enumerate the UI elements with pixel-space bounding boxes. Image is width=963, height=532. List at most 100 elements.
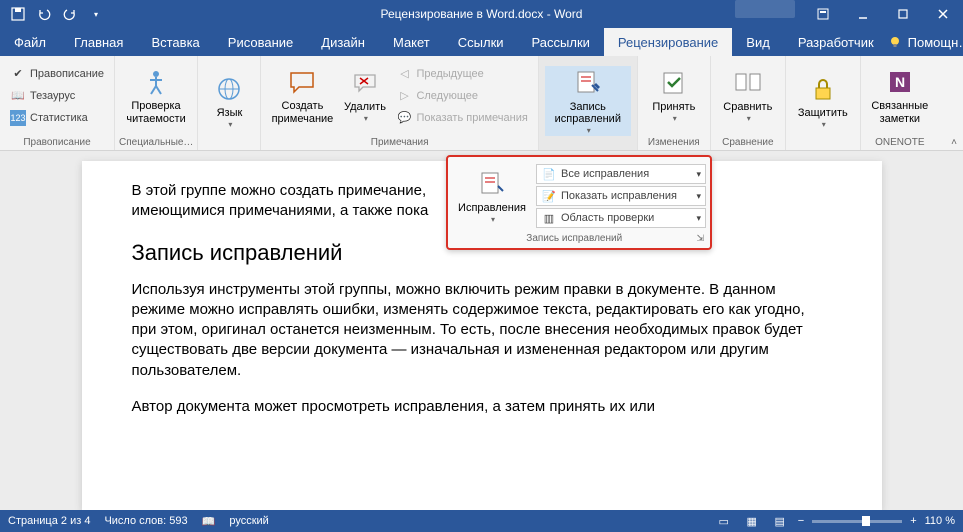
show-comments-icon: 💬 (396, 110, 412, 126)
protect-button[interactable]: Защитить (792, 66, 854, 136)
group-language: Язык (198, 56, 261, 150)
document-area: В этой группе можно создать примечание, и… (0, 151, 963, 510)
book-icon: 📖 (10, 88, 26, 104)
globe-icon (213, 73, 245, 105)
prev-comment-button[interactable]: ◁Предыдущее (392, 63, 531, 85)
lightbulb-icon (888, 35, 902, 49)
zoom-slider[interactable] (812, 520, 902, 523)
tell-me[interactable]: Помощн… (888, 28, 963, 56)
group-label-comments: Примечания (261, 135, 537, 150)
redo-button[interactable] (58, 2, 82, 26)
ribbon: ✔Правописание 📖Тезаурус 123Статистика Пр… (0, 56, 963, 151)
accept-button[interactable]: Принять (644, 61, 704, 131)
tab-developer[interactable]: Разработчик (784, 28, 888, 56)
body-text: В этой группе можно создать примечание, (132, 182, 427, 199)
body-text: Используя инструменты этой группы, можно… (132, 280, 832, 381)
quick-access-toolbar: ▾ (0, 2, 108, 26)
zoom-in-button[interactable]: + (910, 515, 916, 527)
tab-review[interactable]: Рецензирование (604, 28, 732, 56)
undo-button[interactable] (32, 2, 56, 26)
spelling-button[interactable]: ✔Правописание (6, 63, 108, 85)
tab-home[interactable]: Главная (60, 28, 137, 56)
accept-icon (658, 67, 690, 99)
maximize-button[interactable] (883, 0, 923, 28)
word-count-button[interactable]: 123Статистика (6, 107, 108, 129)
tab-design[interactable]: Дизайн (307, 28, 379, 56)
group-label-onenote: ONENOTE (861, 135, 939, 150)
track-changes-icon (476, 168, 508, 200)
track-changes-button[interactable]: Запись исправлений (545, 66, 631, 136)
dialog-launcher[interactable]: ⇲ (696, 233, 706, 244)
ribbon-options-button[interactable] (803, 0, 843, 28)
tab-view[interactable]: Вид (732, 28, 784, 56)
stats-icon: 123 (10, 110, 26, 126)
show-markup-dropdown[interactable]: 📝Показать исправления▾ (536, 186, 706, 206)
onenote-icon: N (884, 66, 916, 98)
delete-comment-button[interactable]: Удалить (337, 61, 392, 131)
group-accessibility: Проверка читаемости Специальные… (115, 56, 198, 150)
language-button[interactable]: Язык (204, 66, 254, 136)
compare-icon (732, 67, 764, 99)
tab-draw[interactable]: Рисование (214, 28, 307, 56)
language-indicator[interactable]: русский (229, 515, 268, 527)
group-protect: Защитить (786, 56, 861, 150)
track-changes-icon (572, 67, 604, 99)
page-indicator[interactable]: Страница 2 из 4 (8, 515, 90, 527)
tab-file[interactable]: Файл (0, 28, 60, 56)
group-label-changes: Изменения (638, 135, 710, 150)
zoom-level[interactable]: 110 % (925, 515, 955, 527)
display-for-review-dropdown[interactable]: 📄Все исправления▾ (536, 164, 706, 184)
close-button[interactable] (923, 0, 963, 28)
print-layout-button[interactable]: ▦ (742, 512, 762, 530)
web-layout-button[interactable]: ▤ (770, 512, 790, 530)
tab-insert[interactable]: Вставка (137, 28, 213, 56)
check-accessibility-button[interactable]: Проверка читаемости (121, 61, 191, 131)
delete-comment-icon (349, 67, 381, 99)
body-text: Автор документа может просмотреть исправ… (132, 397, 832, 417)
callout-track-button[interactable]: Исправления (452, 161, 532, 231)
group-changes: Принять Изменения (638, 56, 711, 150)
tab-layout[interactable]: Макет (379, 28, 444, 56)
titlebar: ▾ Рецензирование в Word.docx - Word (0, 0, 963, 28)
tracking-callout: Исправления 📄Все исправления▾ 📝Показать … (446, 155, 712, 250)
show-comments-button[interactable]: 💬Показать примечания (392, 107, 531, 129)
callout-group-label: Запись исправлений⇲ (452, 231, 706, 244)
reviewing-pane-dropdown[interactable]: ▥Область проверки▾ (536, 208, 706, 228)
thesaurus-button[interactable]: 📖Тезаурус (6, 85, 108, 107)
comment-icon (286, 66, 318, 98)
zoom-out-button[interactable]: − (798, 515, 804, 527)
proofing-icon[interactable]: 📖 (202, 515, 216, 528)
window-title: Рецензирование в Word.docx - Word (381, 7, 583, 21)
tell-me-label: Помощн… (908, 35, 963, 50)
check-abc-icon: ✔ (10, 66, 26, 82)
collapse-ribbon-button[interactable]: ˄ (951, 137, 957, 148)
statusbar: Страница 2 из 4 Число слов: 593 📖 русски… (0, 510, 963, 532)
window-controls (735, 0, 963, 28)
tab-mailings[interactable]: Рассылки (518, 28, 604, 56)
group-comments: Создать примечание Удалить ◁Предыдущее ▷… (261, 56, 538, 150)
group-compare: Сравнить Сравнение (711, 56, 786, 150)
word-count[interactable]: Число слов: 593 (104, 515, 187, 527)
qat-customize[interactable]: ▾ (84, 2, 108, 26)
tab-references[interactable]: Ссылки (444, 28, 518, 56)
show-markup-icon: 📝 (541, 188, 557, 204)
group-label-compare: Сравнение (711, 135, 785, 150)
group-onenote: N Связанные заметки ONENOTE (861, 56, 939, 150)
compare-button[interactable]: Сравнить (717, 61, 779, 131)
linked-notes-button[interactable]: N Связанные заметки (867, 61, 933, 131)
pane-icon: ▥ (541, 210, 557, 226)
group-label-proofing: Правописание (0, 135, 114, 150)
zoom-thumb[interactable] (862, 516, 870, 526)
read-mode-button[interactable]: ▭ (714, 512, 734, 530)
prev-icon: ◁ (396, 66, 412, 82)
save-button[interactable] (6, 2, 30, 26)
body-text: имеющимися примечаниями, а также пока (132, 202, 429, 219)
minimize-button[interactable] (843, 0, 883, 28)
user-account[interactable] (735, 0, 795, 18)
menubar: Файл Главная Вставка Рисование Дизайн Ма… (0, 28, 963, 56)
new-comment-button[interactable]: Создать примечание (267, 61, 337, 131)
accessibility-icon (140, 66, 172, 98)
next-comment-button[interactable]: ▷Следующее (392, 85, 531, 107)
markup-icon: 📄 (541, 166, 557, 182)
next-icon: ▷ (396, 88, 412, 104)
